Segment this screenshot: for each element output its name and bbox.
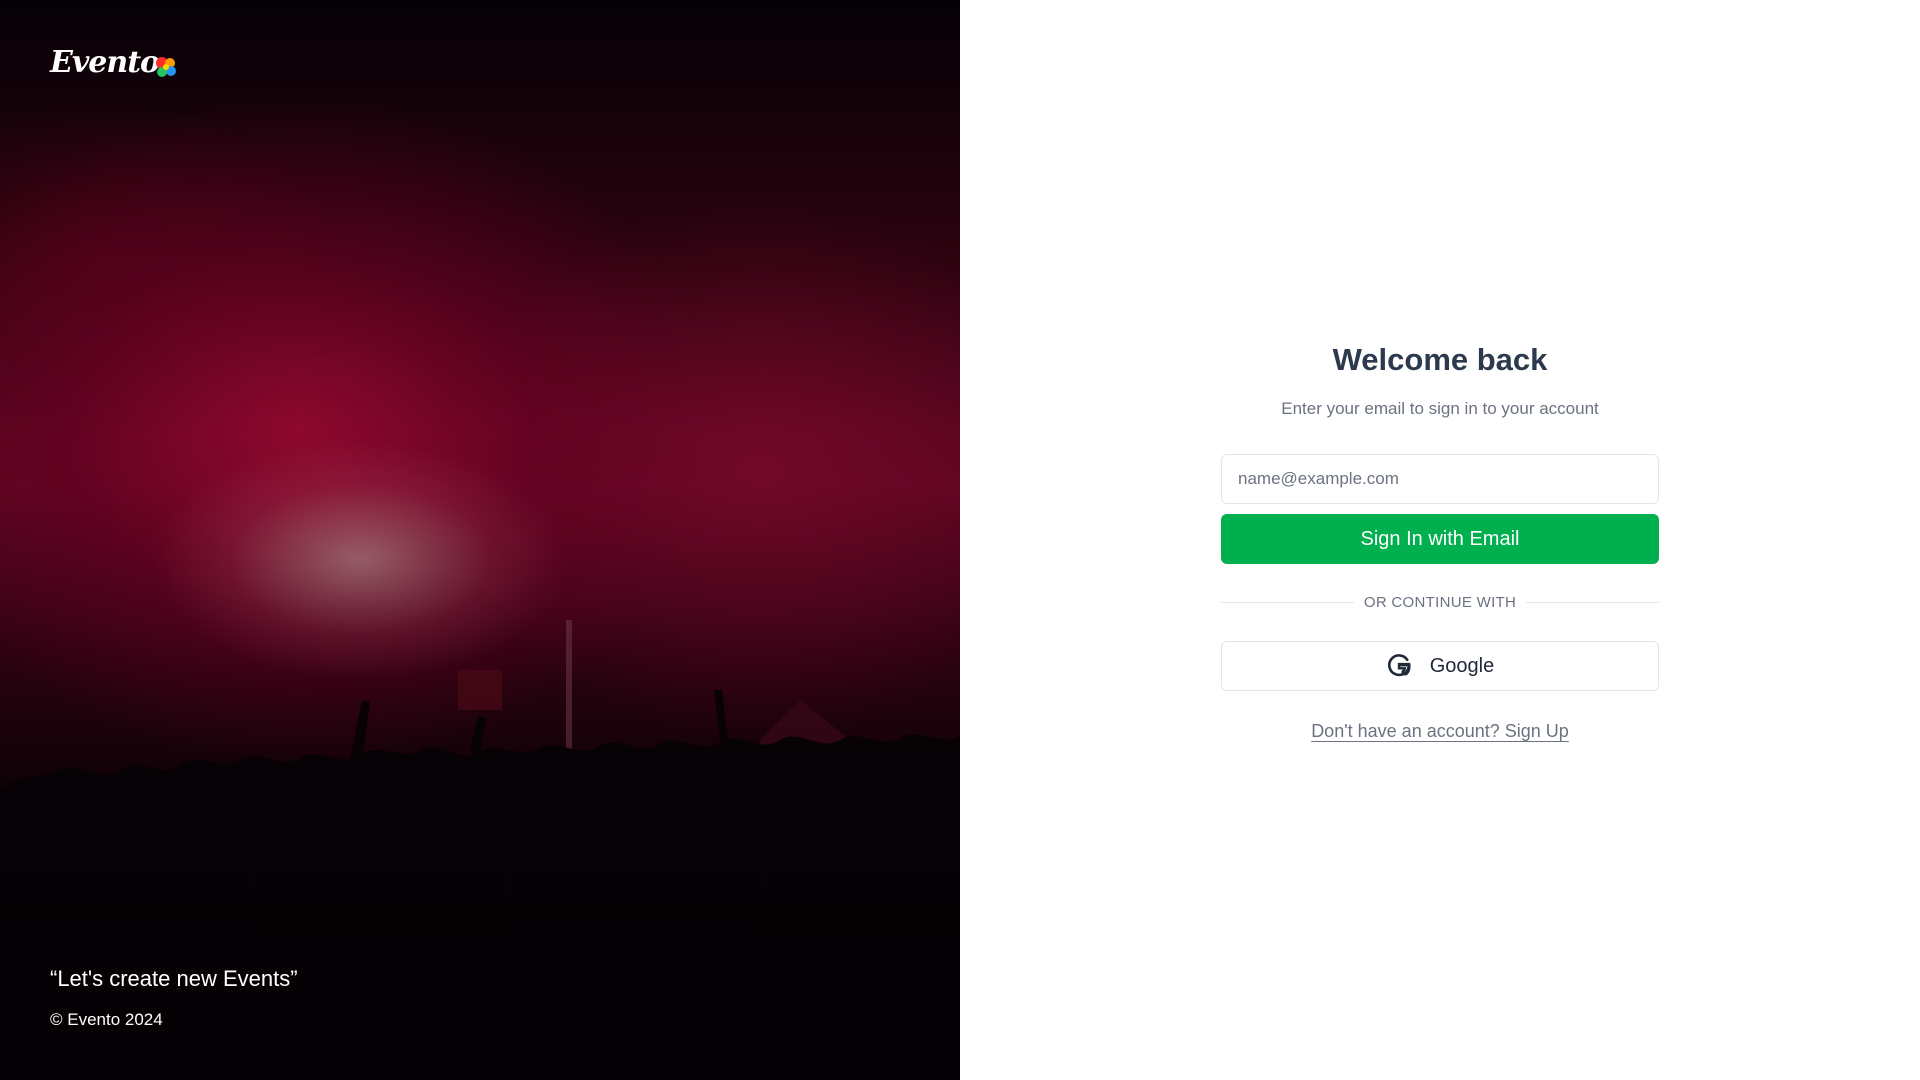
signin-form: Welcome back Enter your email to sign in… bbox=[1221, 338, 1660, 742]
divider-line-right bbox=[1526, 602, 1660, 603]
google-button-label: Google bbox=[1429, 654, 1495, 677]
google-icon bbox=[1387, 654, 1411, 677]
testimonial-block: “Let's create new Events” © Evento 2024 bbox=[50, 966, 298, 1030]
hero-panel: Evento “Let's create new Events” © Event… bbox=[0, 0, 960, 1080]
evento-logo[interactable]: Evento bbox=[50, 44, 179, 80]
hero-overlay bbox=[0, 0, 960, 1080]
signup-link[interactable]: Don't have an account? Sign Up bbox=[1311, 721, 1569, 742]
hero-quote: “Let's create new Events” bbox=[50, 966, 298, 991]
page-title: Welcome back bbox=[1332, 342, 1548, 377]
page-subtitle: Enter your email to sign in to your acco… bbox=[1281, 399, 1599, 418]
email-input[interactable] bbox=[1221, 454, 1659, 504]
logo-text: Evento bbox=[50, 44, 160, 80]
sign-in-with-email-button[interactable]: Sign In with Email bbox=[1221, 514, 1659, 564]
divider-text: OR CONTINUE WITH bbox=[1363, 594, 1517, 611]
evento-logo-splash-icon bbox=[156, 57, 177, 77]
signin-panel: Welcome back Enter your email to sign in… bbox=[960, 0, 1920, 1080]
divider-line-left bbox=[1221, 602, 1354, 603]
google-signin-button[interactable]: Google bbox=[1221, 641, 1659, 691]
copyright-text: © Evento 2024 bbox=[50, 1010, 163, 1029]
login-page: Evento “Let's create new Events” © Event… bbox=[0, 0, 1920, 1080]
or-continue-divider: OR CONTINUE WITH bbox=[1221, 594, 1660, 611]
